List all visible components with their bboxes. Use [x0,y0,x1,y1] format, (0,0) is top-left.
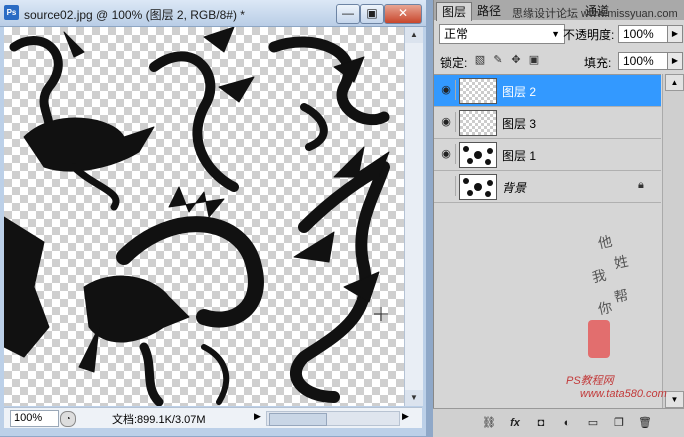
lock-brush-icon[interactable]: ✎ [492,54,504,66]
lock-transparent-icon[interactable]: ▧ [474,54,486,66]
vertical-scrollbar[interactable]: ▲ ▼ [404,27,423,406]
layers-panel: 图层 路径 通道 思缘设计论坛 www.missyuan.com 正常 ▼ 不透… [433,0,684,436]
status-info-icon[interactable]: ◔ [60,411,76,427]
layer-thumbnail [459,78,497,104]
fill-slider-arrow-icon[interactable]: ▶ [667,52,683,70]
layer-style-icon[interactable]: fx [507,415,523,431]
red-seal-stamp [588,320,610,358]
tab-paths[interactable]: 路径 [472,2,506,20]
dropdown-arrow-icon: ▼ [551,29,560,39]
dragon-artwork [4,27,390,406]
site-watermark-bottom: PS教程网 [566,375,614,387]
layer-mask-icon[interactable]: ◘ [533,415,549,431]
site-url-watermark: www.tata580.com [580,388,667,400]
restore-button[interactable]: ▣ [360,4,384,24]
adjustment-layer-icon[interactable]: ◐ [559,415,575,431]
image-canvas[interactable] [4,27,404,406]
blend-mode-select[interactable]: 正常 ▼ [439,24,565,44]
site-watermark: 思缘设计论坛 www.missyuan.com [512,8,678,20]
opacity-slider-arrow-icon[interactable]: ▶ [667,25,683,43]
status-bar: 100% ◔ 文档:899.1K/3.07M ▶ ▶ [4,407,422,428]
zoom-field[interactable]: 100% [10,410,59,427]
scroll-up-icon[interactable]: ▲ [405,27,423,43]
blend-row: 正常 ▼ 不透明度: 100% ▶ [434,22,684,46]
dragon-thumbnail [463,178,493,197]
lock-row: 锁定: ▧ ✎ ✥ ▣ 填充: 100% ▶ [434,50,684,72]
scroll-down-icon[interactable]: ▼ [405,390,423,406]
layer-name: 图层 1 [502,149,537,163]
layer-row[interactable]: ◉ 图层 2 [434,75,661,107]
panel-scrollbar[interactable]: ▲ ▼ [662,74,684,408]
fill-label: 填充: [584,56,612,70]
scroll-down-icon[interactable]: ▼ [665,391,684,408]
lock-all-icon[interactable]: ▣ [528,54,540,66]
layer-row[interactable]: ◉ 图层 3 [434,107,661,139]
layer-row[interactable]: 背景 🔒︎ [434,171,661,203]
new-group-icon[interactable]: ▭ [585,415,601,431]
tab-layers[interactable]: 图层 [436,2,473,21]
document-title: source02.jpg @ 100% (图层 2, RGB/8#) * [24,8,245,22]
panel-tabs: 图层 路径 通道 思缘设计论坛 www.missyuan.com [434,0,684,21]
visibility-toggle[interactable] [437,176,456,196]
eye-icon[interactable]: ◉ [437,144,456,164]
minimize-button[interactable]: — [336,4,360,24]
layer-thumbnail [459,110,497,136]
document-window: Ps source02.jpg @ 100% (图层 2, RGB/8#) * … [0,0,426,436]
eye-icon[interactable]: ◉ [437,112,456,132]
document-size-info: 文档:899.1K/3.07M [112,414,206,426]
layer-thumbnail [459,142,497,168]
opacity-label: 不透明度: [563,28,615,42]
layer-name: 图层 2 [502,85,537,99]
dragon-thumbnail [463,146,493,165]
scroll-right-icon[interactable]: ▶ [402,411,409,422]
eye-icon[interactable]: ◉ [437,80,456,100]
lock-move-icon[interactable]: ✥ [510,54,522,66]
lock-label: 锁定: [440,56,468,70]
scroll-up-icon[interactable]: ▲ [665,74,684,91]
layer-row[interactable]: ◉ 图层 1 [434,139,661,171]
link-layers-icon[interactable]: ⛓ [481,415,497,431]
layer-name: 背景 [502,181,527,195]
status-menu-arrow-icon[interactable]: ▶ [254,411,261,422]
layer-name: 图层 3 [502,117,537,131]
layer-thumbnail [459,174,497,200]
new-layer-icon[interactable]: ❐ [611,415,627,431]
close-button[interactable]: ✕ [384,4,422,24]
opacity-field[interactable]: 100% [618,25,668,43]
layers-bottom-toolbar: ⛓ fx ◘ ◐ ▭ ❐ 🗑︎ [433,408,684,437]
scroll-thumb[interactable] [269,413,327,426]
fill-field[interactable]: 100% [618,52,668,70]
delete-layer-icon[interactable]: 🗑︎ [637,415,653,431]
photoshop-icon: Ps [4,5,19,20]
document-titlebar[interactable]: Ps source02.jpg @ 100% (图层 2, RGB/8#) * … [0,0,426,27]
horizontal-scrollbar[interactable] [266,411,400,426]
blend-mode-value: 正常 [444,27,469,41]
layer-list: ◉ 图层 2 ◉ 图层 3 ◉ 图层 1 背景 🔒︎ [434,74,661,203]
lock-icon: 🔒︎ [638,179,644,191]
